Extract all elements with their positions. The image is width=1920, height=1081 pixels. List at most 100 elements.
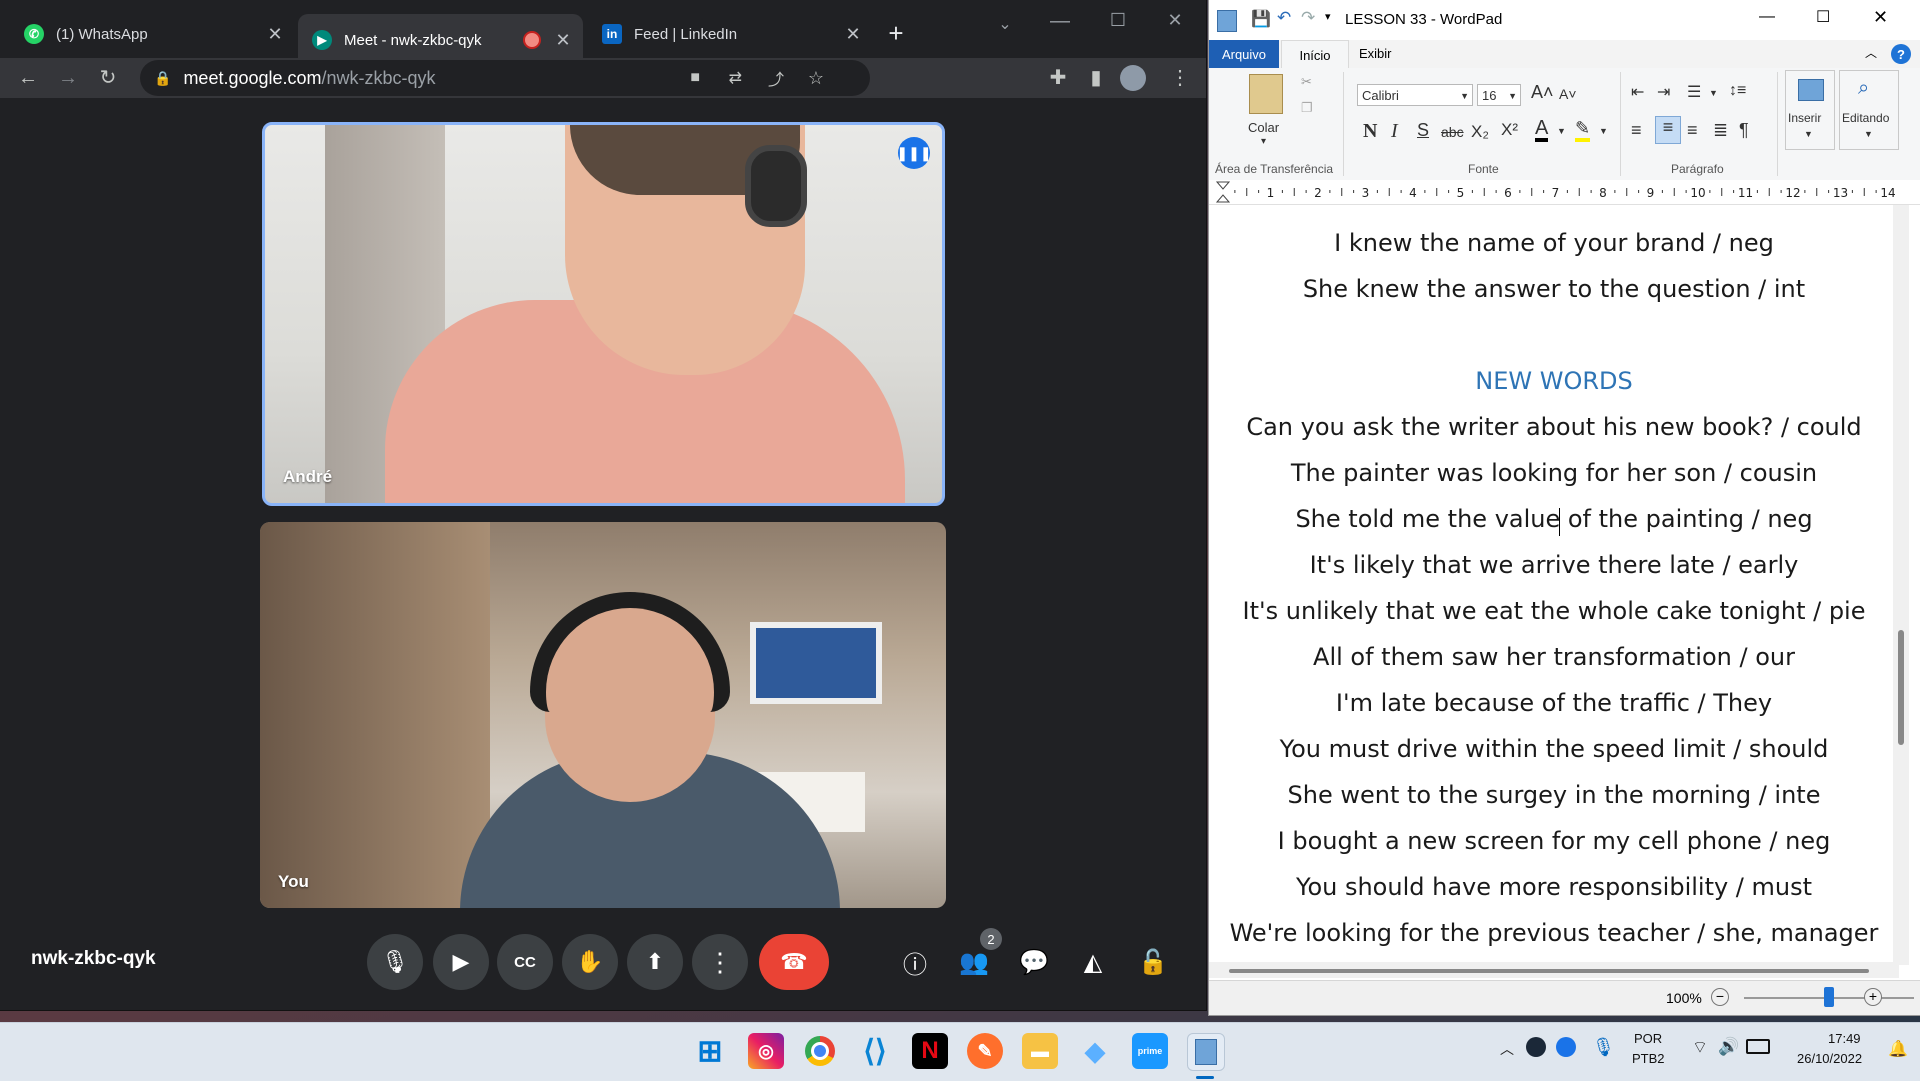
paste-dropdown-icon[interactable]: ▾	[1261, 136, 1266, 147]
paragraph-settings-icon[interactable]: ¶	[1739, 120, 1749, 141]
font-family-select[interactable]: Calibri ▼	[1357, 84, 1473, 106]
tab-file[interactable]: Arquivo	[1209, 40, 1279, 68]
leave-call-button[interactable]: ☎	[759, 934, 829, 990]
file-explorer-app[interactable]: ▬	[1022, 1033, 1058, 1069]
vertical-scrollbar[interactable]	[1893, 205, 1909, 965]
close-tab-icon[interactable]: ✕	[263, 24, 287, 45]
help-icon[interactable]: ?	[1891, 44, 1911, 64]
language-indicator[interactable]: POR	[1634, 1031, 1662, 1046]
undo-icon[interactable]: ↶	[1277, 8, 1291, 28]
redo-icon[interactable]: ↷	[1301, 8, 1315, 28]
side-panel-icon[interactable]: ▮	[1082, 64, 1110, 92]
battery-icon[interactable]	[1746, 1039, 1770, 1054]
host-controls-button[interactable]: 🔓	[1135, 944, 1171, 980]
vscode-app[interactable]: ⟨⟩	[857, 1033, 893, 1069]
zoom-in-button[interactable]: +	[1864, 988, 1882, 1006]
camera-button[interactable]: ▶	[433, 934, 489, 990]
present-screen-button[interactable]: ⬆	[627, 934, 683, 990]
prime-video-app[interactable]: prime	[1132, 1033, 1168, 1069]
subscript-icon[interactable]: X₂	[1471, 122, 1489, 142]
zoom-out-button[interactable]: −	[1711, 988, 1729, 1006]
chrome-app[interactable]	[802, 1033, 838, 1069]
more-options-button[interactable]: ⋮	[692, 934, 748, 990]
app-diamond[interactable]: ◆	[1077, 1033, 1113, 1069]
chevron-down-icon[interactable]: ▼	[1709, 88, 1718, 98]
ruler[interactable]: 1 2 3 4 5 6 7 8 9 10 11 12 13 14	[1209, 180, 1920, 205]
horizontal-scroll-thumb[interactable]	[1229, 969, 1869, 973]
document-area[interactable]: I knew the name of your brand / neg She k…	[1209, 205, 1899, 965]
keyboard-layout[interactable]: PTB2	[1632, 1051, 1665, 1066]
align-right-icon[interactable]: ≡	[1687, 120, 1698, 141]
zoom-slider[interactable]	[1744, 987, 1914, 1007]
zoom-slider-thumb[interactable]	[1824, 987, 1834, 1007]
participant-tile-you[interactable]: You	[260, 522, 946, 908]
quick-access-dropdown-icon[interactable]: ▾	[1325, 10, 1331, 23]
italic-button[interactable]: I	[1391, 120, 1398, 143]
chevron-down-icon[interactable]: ▼	[1599, 126, 1608, 136]
vertical-scroll-thumb[interactable]	[1898, 630, 1904, 745]
app-orange[interactable]: ✎	[967, 1033, 1003, 1069]
maximize-button[interactable]: ☐	[1816, 7, 1830, 27]
shrink-font-icon[interactable]: A˅	[1559, 86, 1577, 102]
editing-button[interactable]: ⌕ Editando ▼	[1839, 70, 1899, 150]
superscript-icon[interactable]: X²	[1501, 120, 1518, 140]
tray-overflow-icon[interactable]: ︿	[1500, 1039, 1514, 1059]
tab-home[interactable]: Início	[1281, 40, 1349, 70]
share-icon[interactable]: ⤴	[768, 66, 784, 90]
close-window-button[interactable]: ✕	[1873, 7, 1888, 28]
increase-indent-icon[interactable]: ⇥	[1657, 82, 1670, 102]
bold-button[interactable]: N	[1363, 120, 1377, 143]
insert-button[interactable]: Inserir ▼	[1785, 70, 1835, 150]
netflix-app[interactable]: N	[912, 1033, 948, 1069]
font-size-select[interactable]: 16 ▼	[1477, 84, 1521, 106]
activities-button[interactable]: ◭	[1075, 944, 1111, 980]
minimize-button[interactable]: —	[1040, 10, 1080, 33]
participant-tile-andre[interactable]: ❚❚❚ André	[262, 122, 945, 506]
microphone-button[interactable]: 🎙	[367, 934, 423, 990]
font-color-icon[interactable]: A	[1535, 118, 1549, 142]
instagram-app[interactable]: ◎	[748, 1033, 784, 1069]
bullet-list-icon[interactable]: ☰	[1687, 82, 1701, 102]
align-left-icon[interactable]: ≡	[1631, 120, 1642, 141]
clock-date[interactable]: 26/10/2022	[1797, 1051, 1862, 1066]
tab-view[interactable]: Exibir	[1359, 46, 1392, 61]
translate-icon[interactable]: ⇄	[729, 68, 742, 88]
chat-button[interactable]: 💬	[1016, 944, 1052, 980]
people-button[interactable]: 👥 2	[956, 928, 1002, 980]
save-icon[interactable]: 💾	[1251, 9, 1271, 29]
decrease-indent-icon[interactable]: ⇤	[1631, 82, 1644, 102]
paste-button[interactable]: Colar	[1248, 120, 1279, 135]
onedrive-icon[interactable]	[1556, 1037, 1576, 1057]
notifications-icon[interactable]: 🔔	[1888, 1039, 1908, 1059]
start-button[interactable]: ⊞	[692, 1033, 728, 1069]
chevron-down-icon[interactable]: ▼	[1557, 126, 1566, 136]
clock-time[interactable]: 17:49	[1828, 1031, 1861, 1046]
address-bar[interactable]: 🔒 meet.google.com/nwk-zkbc-qyk ■ ⇄ ⤴ ☆	[140, 60, 870, 96]
minimize-button[interactable]: —	[1759, 8, 1775, 26]
volume-icon[interactable]: 🔊	[1718, 1037, 1739, 1057]
underline-button[interactable]: S	[1417, 120, 1429, 141]
chrome-menu-icon[interactable]: ⋮	[1166, 64, 1194, 92]
close-window-button[interactable]: ✕	[1155, 10, 1195, 31]
grow-font-icon[interactable]: A˄	[1531, 82, 1554, 103]
raise-hand-button[interactable]: ✋	[562, 934, 618, 990]
line-spacing-icon[interactable]: ↕≡	[1729, 82, 1746, 100]
camera-permission-icon[interactable]: ■	[690, 69, 700, 87]
collapse-ribbon-icon[interactable]: ︿	[1865, 44, 1877, 61]
tab-search-icon[interactable]: ⌄	[985, 14, 1025, 34]
maximize-button[interactable]: ☐	[1098, 10, 1138, 31]
meeting-details-button[interactable]: ⓘ	[897, 944, 933, 980]
paste-icon[interactable]	[1249, 74, 1283, 114]
steam-icon[interactable]	[1526, 1037, 1546, 1057]
cut-icon[interactable]: ✂	[1301, 74, 1312, 90]
close-tab-icon[interactable]: ✕	[551, 30, 575, 51]
forward-icon[interactable]: →	[54, 64, 82, 92]
tab-whatsapp[interactable]: ✆ (1) WhatsApp ✕	[10, 14, 295, 54]
captions-button[interactable]: CC	[497, 934, 553, 990]
reload-icon[interactable]: ↻	[94, 64, 122, 92]
horizontal-scrollbar[interactable]	[1209, 962, 1899, 978]
extensions-icon[interactable]: ✚	[1044, 64, 1072, 92]
bookmark-star-icon[interactable]: ☆	[808, 68, 824, 89]
new-tab-button[interactable]: +	[876, 18, 916, 49]
back-icon[interactable]: ←	[14, 64, 42, 92]
